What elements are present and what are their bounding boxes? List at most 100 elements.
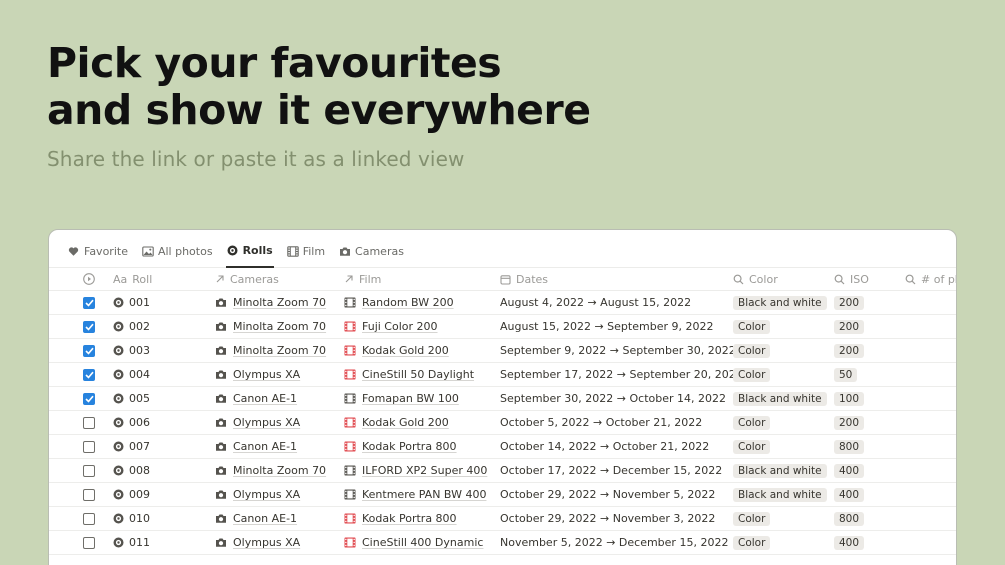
table-row[interactable]: 009 Olympus XA Kentmere PAN BW 400 October … — [49, 483, 956, 507]
photos-cell[interactable]: 35 — [905, 459, 956, 482]
color-cell[interactable]: Color — [733, 411, 834, 434]
column-header-cameras[interactable]: Cameras — [215, 268, 344, 290]
film-cell[interactable]: Fomapan BW 100 — [344, 387, 500, 410]
film-cell[interactable]: Kentmere PAN BW 400 — [344, 483, 500, 506]
dates-cell[interactable]: November 5, 2022 → December 15, 2022 — [500, 531, 733, 554]
dates-cell[interactable]: August 15, 2022 → September 9, 2022 — [500, 315, 733, 338]
photos-cell[interactable]: 39 — [905, 483, 956, 506]
roll-cell[interactable]: 005 — [113, 387, 215, 410]
row-checkbox[interactable] — [83, 368, 95, 381]
iso-cell[interactable]: 200 — [834, 411, 905, 434]
color-cell[interactable]: Color — [733, 363, 834, 386]
iso-cell[interactable]: 100 — [834, 387, 905, 410]
table-row[interactable]: 010 Canon AE-1 Kodak Portra 800 October 29,… — [49, 507, 956, 531]
dates-cell[interactable]: October 29, 2022 → November 3, 2022 — [500, 507, 733, 530]
row-checkbox[interactable] — [83, 392, 95, 405]
row-checkbox[interactable] — [83, 296, 95, 309]
camera-cell[interactable]: Olympus XA — [215, 531, 344, 554]
iso-cell[interactable]: 400 — [834, 483, 905, 506]
roll-cell[interactable]: 007 — [113, 435, 215, 458]
camera-cell[interactable]: Minolta Zoom 70 — [215, 459, 344, 482]
photos-cell[interactable]: 37 — [905, 435, 956, 458]
roll-cell[interactable]: 001 — [113, 291, 215, 314]
photos-cell[interactable]: 29 — [905, 411, 956, 434]
photos-cell[interactable]: 23 — [905, 291, 956, 314]
film-cell[interactable]: Kodak Gold 200 — [344, 339, 500, 362]
photos-cell[interactable]: 37 — [905, 339, 956, 362]
film-cell[interactable]: ILFORD XP2 Super 400 — [344, 459, 500, 482]
roll-cell[interactable]: 002 — [113, 315, 215, 338]
column-header-roll[interactable]: Aa Roll — [113, 268, 215, 290]
roll-cell[interactable]: 006 — [113, 411, 215, 434]
table-row[interactable]: 002 Minolta Zoom 70 Fuji Color 200 August 1… — [49, 315, 956, 339]
dates-cell[interactable]: September 9, 2022 → September 30, 2022 — [500, 339, 733, 362]
table-row[interactable]: 007 Canon AE-1 Kodak Portra 800 October 14,… — [49, 435, 956, 459]
iso-cell[interactable]: 200 — [834, 291, 905, 314]
table-row[interactable]: 003 Minolta Zoom 70 Kodak Gold 200 Septembe… — [49, 339, 956, 363]
dates-cell[interactable]: August 4, 2022 → August 15, 2022 — [500, 291, 733, 314]
camera-cell[interactable]: Minolta Zoom 70 — [215, 291, 344, 314]
table-row[interactable]: 004 Olympus XA CineStill 50 Daylight Septem… — [49, 363, 956, 387]
camera-cell[interactable]: Minolta Zoom 70 — [215, 339, 344, 362]
roll-cell[interactable]: 009 — [113, 483, 215, 506]
camera-cell[interactable]: Minolta Zoom 70 — [215, 315, 344, 338]
table-row[interactable]: 001 Minolta Zoom 70 Random BW 200 August 4,… — [49, 291, 956, 315]
color-cell[interactable]: Black and white — [733, 387, 834, 410]
color-cell[interactable]: Black and white — [733, 483, 834, 506]
dates-cell[interactable]: October 14, 2022 → October 21, 2022 — [500, 435, 733, 458]
iso-cell[interactable]: 800 — [834, 435, 905, 458]
color-cell[interactable]: Black and white — [733, 459, 834, 482]
column-header-photos[interactable]: # of ph... — [905, 268, 956, 290]
row-checkbox[interactable] — [83, 536, 95, 549]
film-cell[interactable]: Random BW 200 — [344, 291, 500, 314]
color-cell[interactable]: Color — [733, 339, 834, 362]
dates-cell[interactable]: October 17, 2022 → December 15, 2022 — [500, 459, 733, 482]
column-header-iso[interactable]: ISO — [834, 268, 905, 290]
tab-cameras[interactable]: Cameras — [338, 236, 405, 268]
iso-cell[interactable]: 200 — [834, 315, 905, 338]
camera-cell[interactable]: Olympus XA — [215, 483, 344, 506]
row-checkbox[interactable] — [83, 512, 95, 525]
row-checkbox[interactable] — [83, 344, 95, 357]
column-header-checkbox[interactable] — [83, 268, 113, 290]
row-checkbox[interactable] — [83, 320, 95, 333]
film-cell[interactable]: Kodak Portra 800 — [344, 435, 500, 458]
photos-cell[interactable]: 39 — [905, 531, 956, 554]
row-checkbox[interactable] — [83, 488, 95, 501]
iso-cell[interactable]: 200 — [834, 339, 905, 362]
color-cell[interactable]: Color — [733, 507, 834, 530]
row-checkbox[interactable] — [83, 440, 95, 453]
film-cell[interactable]: Kodak Portra 800 — [344, 507, 500, 530]
camera-cell[interactable]: Canon AE-1 — [215, 387, 344, 410]
dates-cell[interactable]: September 30, 2022 → October 14, 2022 — [500, 387, 733, 410]
dates-cell[interactable]: October 5, 2022 → October 21, 2022 — [500, 411, 733, 434]
iso-cell[interactable]: 50 — [834, 363, 905, 386]
color-cell[interactable]: Color — [733, 435, 834, 458]
photos-cell[interactable]: 35 — [905, 507, 956, 530]
dates-cell[interactable]: September 17, 2022 → September 20, 2022 — [500, 363, 733, 386]
roll-cell[interactable]: 003 — [113, 339, 215, 362]
roll-cell[interactable]: 010 — [113, 507, 215, 530]
film-cell[interactable]: Fuji Color 200 — [344, 315, 500, 338]
color-cell[interactable]: Black and white — [733, 291, 834, 314]
photos-cell[interactable]: 37 — [905, 315, 956, 338]
table-row[interactable]: 005 Canon AE-1 Fomapan BW 100 September 30,… — [49, 387, 956, 411]
tab-film[interactable]: Film — [286, 236, 326, 268]
column-header-dates[interactable]: Dates — [500, 268, 733, 290]
film-cell[interactable]: Kodak Gold 200 — [344, 411, 500, 434]
column-header-film[interactable]: Film — [344, 268, 500, 290]
camera-cell[interactable]: Olympus XA — [215, 411, 344, 434]
iso-cell[interactable]: 800 — [834, 507, 905, 530]
color-cell[interactable]: Color — [733, 315, 834, 338]
photos-cell[interactable]: 39 — [905, 387, 956, 410]
row-checkbox[interactable] — [83, 416, 95, 429]
camera-cell[interactable]: Olympus XA — [215, 363, 344, 386]
row-checkbox[interactable] — [83, 464, 95, 477]
roll-cell[interactable]: 011 — [113, 531, 215, 554]
tab-favorite[interactable]: Favorite — [67, 236, 129, 268]
film-cell[interactable]: CineStill 50 Daylight — [344, 363, 500, 386]
table-row[interactable]: 008 Minolta Zoom 70 ILFORD XP2 Super 400 Oc… — [49, 459, 956, 483]
roll-cell[interactable]: 008 — [113, 459, 215, 482]
table-row[interactable]: 006 Olympus XA Kodak Gold 200 October 5, 20… — [49, 411, 956, 435]
roll-cell[interactable]: 004 — [113, 363, 215, 386]
